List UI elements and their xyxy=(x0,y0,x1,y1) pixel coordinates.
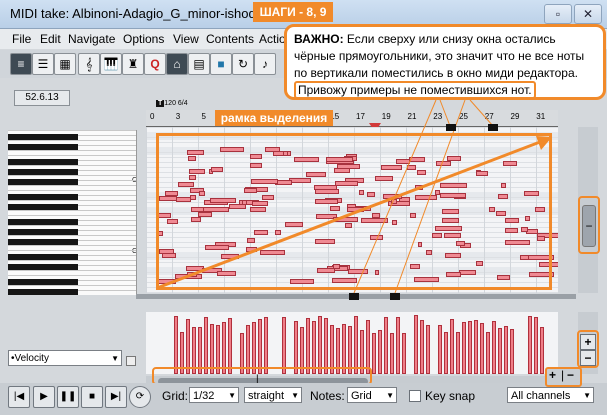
important-callout: ВАЖНО: Если сверху или снизу окна остали… xyxy=(284,24,606,100)
offscreen-note-marker-bottom xyxy=(390,293,400,300)
callout-example: Привожу примеры не поместившихся нот. xyxy=(294,81,536,99)
offscreen-note-marker-top xyxy=(488,124,498,131)
callout-bold: ВАЖНО: xyxy=(294,32,344,46)
selection-drag-arrow xyxy=(156,140,541,290)
callout-pointer-line xyxy=(353,99,437,294)
callout-pointer-line xyxy=(439,99,451,127)
callout-pointer-line xyxy=(469,99,494,127)
offscreen-note-marker-bottom xyxy=(349,293,359,300)
offscreen-note-marker-top xyxy=(446,124,456,131)
